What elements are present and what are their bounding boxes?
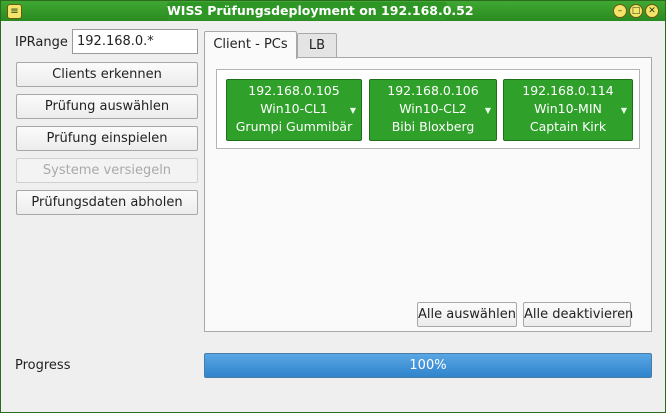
client-host: Win10-MIN [534,101,602,116]
client-ip: 192.168.0.105 [248,83,340,98]
client-tile[interactable]: 192.168.0.114 Win10-MIN Captain Kirk ▼ [503,79,633,141]
app-menu-icon[interactable]: ≡ [7,4,22,19]
minimize-icon[interactable]: – [613,4,627,18]
progress-text: 100% [409,358,447,373]
systeme-versiegeln-button[interactable]: Systeme versiegeln [16,158,198,183]
client-tile[interactable]: 192.168.0.105 Win10-CL1 Grumpi Gummibär … [226,79,362,141]
client-host: Win10-CL2 [399,101,467,116]
clients-erkennen-button[interactable]: Clients erkennen [16,62,198,87]
progress-label: Progress [15,358,71,373]
window-title: WISS Prüfungsdeployment on 192.168.0.52 [167,2,474,20]
pruefung-auswaehlen-button[interactable]: Prüfung auswählen [16,94,198,119]
pruefung-einspielen-button[interactable]: Prüfung einspielen [16,126,198,151]
dropdown-arrow-icon[interactable]: ▼ [621,102,627,120]
dropdown-arrow-icon[interactable]: ▼ [485,102,491,120]
iprange-input[interactable] [72,29,198,54]
client-host: Win10-CL1 [260,101,328,116]
progress-bar: 100% [204,353,652,378]
tab-client-pcs[interactable]: Client - PCs [204,31,297,59]
client-pcs-panel: 192.168.0.105 Win10-CL1 Grumpi Gummibär … [204,57,652,332]
client-list: 192.168.0.105 Win10-CL1 Grumpi Gummibär … [216,69,640,149]
client-ip: 192.168.0.106 [387,83,479,98]
dropdown-arrow-icon[interactable]: ▼ [350,102,356,120]
select-all-button[interactable]: Alle auswählen [417,302,517,327]
client-user: Captain Kirk [529,119,607,134]
client-ip: 192.168.0.114 [522,83,614,98]
tab-lb[interactable]: LB [297,33,337,58]
client-user: Grumpi Gummibär [235,119,353,134]
pruefungsdaten-abholen-button[interactable]: Prüfungsdaten abholen [16,190,198,215]
app-window: ≡ WISS Prüfungsdeployment on 192.168.0.5… [0,0,666,413]
client-tile[interactable]: 192.168.0.106 Win10-CL2 Bibi Bloxberg ▼ [369,79,497,141]
maximize-icon[interactable]: □ [629,4,643,18]
deselect-all-button[interactable]: Alle deaktivieren [523,302,633,327]
close-icon[interactable]: ✕ [645,4,659,18]
iprange-label: IPRange [15,35,68,50]
client-user: Bibi Bloxberg [391,119,475,134]
title-bar[interactable]: ≡ WISS Prüfungsdeployment on 192.168.0.5… [1,1,665,21]
